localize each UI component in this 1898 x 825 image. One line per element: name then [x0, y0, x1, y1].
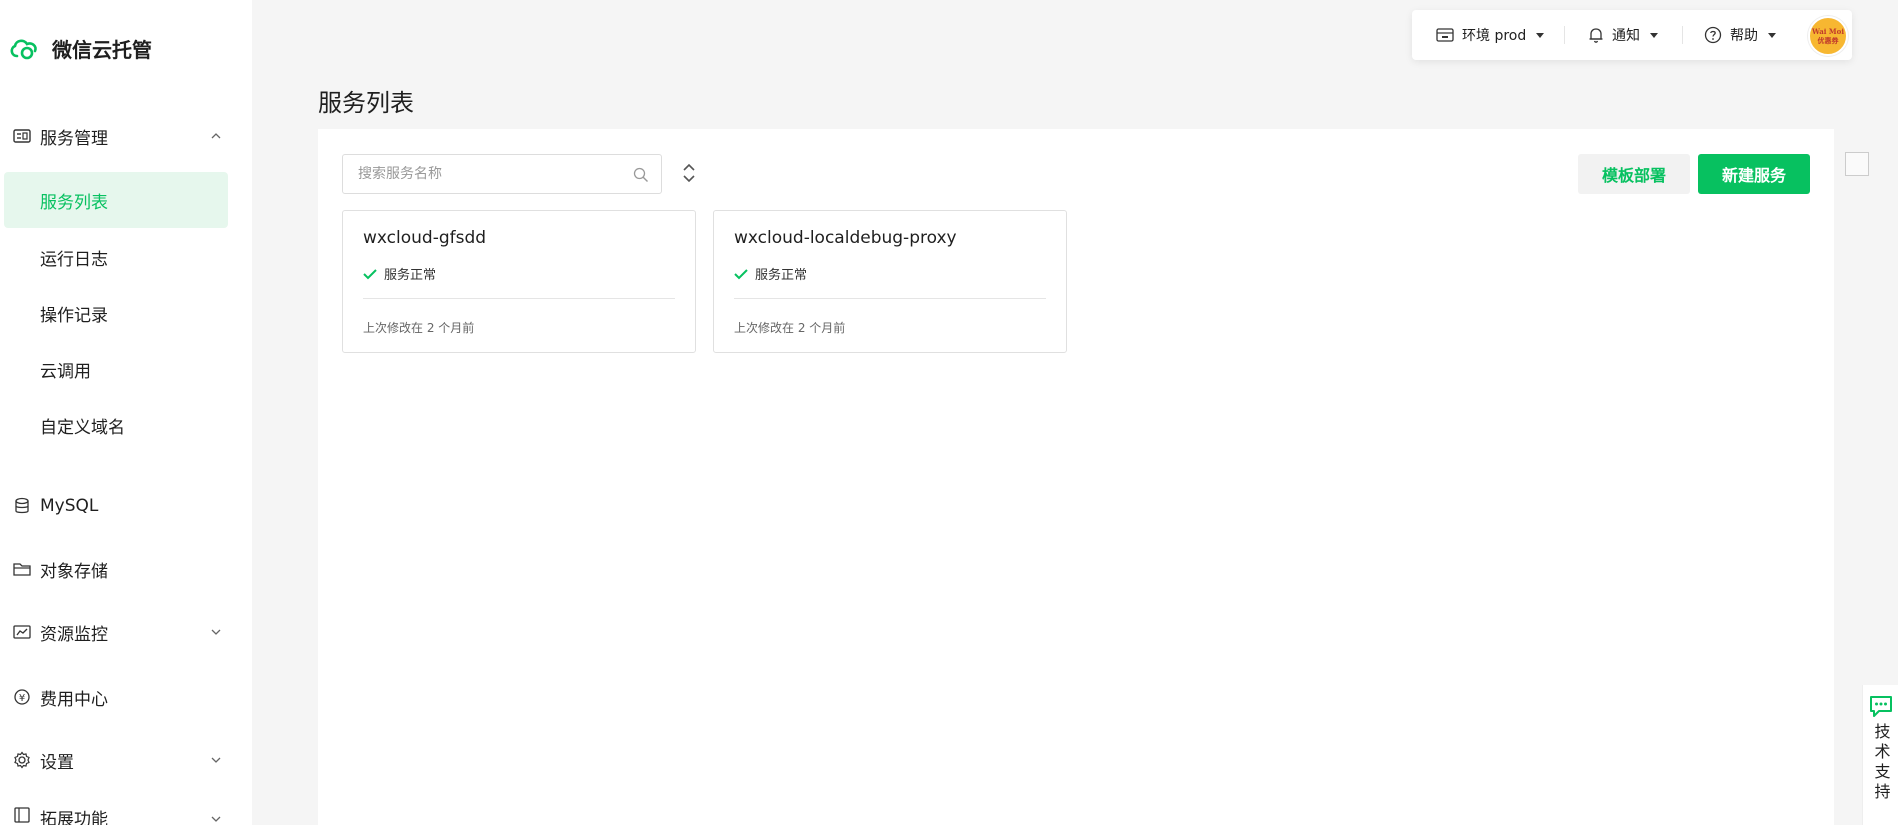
service-card[interactable]: wxcloud-localdebug-proxy 服务正常 上次修改在 2 个月…: [713, 210, 1067, 353]
search-input[interactable]: [358, 166, 628, 182]
help-circle-icon: [1704, 26, 1722, 44]
page-title: 服务列表: [318, 89, 414, 117]
card-divider: [363, 298, 675, 299]
search-icon[interactable]: [633, 167, 649, 183]
folder-icon: [12, 559, 32, 579]
extension-icon: [12, 805, 32, 825]
sidebar-item-operation-records[interactable]: 操作记录: [4, 285, 228, 341]
service-status-text: 服务正常: [384, 268, 437, 283]
new-service-button[interactable]: 新建服务: [1698, 154, 1810, 194]
sidebar-group-label: 资源监控: [40, 624, 108, 645]
gear-icon: [12, 750, 32, 770]
notifications-label: 通知: [1612, 28, 1640, 44]
caret-down-icon: [1768, 32, 1776, 38]
app-logo[interactable]: 微信云托管: [8, 34, 152, 63]
service-status: 服务正常: [734, 264, 807, 283]
svg-text:¥: ¥: [19, 693, 25, 704]
top-header: 环境 prod 通知 帮助 Wai Moi 优惠券: [1412, 10, 1852, 60]
template-deploy-button[interactable]: 模板部署: [1578, 154, 1690, 194]
service-status: 服务正常: [363, 264, 436, 283]
service-modified-time: 上次修改在 2 个月前: [363, 321, 475, 335]
sidebar-group-label: 拓展功能: [40, 810, 108, 825]
sidebar-item-service-list[interactable]: 服务列表: [4, 172, 228, 228]
service-name: wxcloud-gfsdd: [363, 228, 487, 248]
chevron-down-icon: [211, 629, 221, 635]
sidebar-group-resource-monitor[interactable]: 资源监控: [0, 612, 252, 652]
help-menu[interactable]: 帮助: [1704, 25, 1776, 45]
main-panel: 模板部署 新建服务 wxcloud-gfsdd 服务正常 上次修改在 2 个月前…: [318, 129, 1834, 825]
sidebar-group-label: 对象存储: [40, 561, 108, 582]
help-label: 帮助: [1730, 28, 1758, 44]
sort-icon[interactable]: [682, 163, 696, 183]
sidebar-group-mysql[interactable]: MySQL: [0, 486, 252, 526]
service-status-text: 服务正常: [755, 268, 808, 283]
tech-support-label: 技术支持: [1871, 723, 1891, 803]
monitor-chart-icon: [12, 622, 32, 642]
cloud-logo-icon: [10, 39, 37, 59]
header-divider: [1564, 26, 1565, 44]
header-divider: [1682, 26, 1683, 44]
env-label: 环境 prod: [1462, 28, 1527, 44]
broken-image: [1845, 152, 1869, 176]
sidebar-group-settings[interactable]: 设置: [0, 740, 252, 780]
sidebar-group-extensions[interactable]: 拓展功能: [0, 805, 252, 825]
database-icon: [12, 496, 32, 516]
sidebar-group-billing[interactable]: ¥ 费用中心: [0, 677, 252, 717]
app-title: 微信云托管: [52, 38, 152, 62]
service-manage-icon: [12, 126, 32, 146]
sidebar-group-service-manage[interactable]: 服务管理: [0, 116, 252, 156]
sidebar-item-run-logs[interactable]: 运行日志: [4, 229, 228, 285]
yen-icon: ¥: [12, 687, 32, 707]
sidebar-group-label: 服务管理: [40, 128, 108, 149]
avatar-text-2: 优惠券: [1817, 36, 1839, 45]
chat-bubble-icon: [1869, 696, 1892, 717]
tech-support-button[interactable]: 技术支持: [1862, 685, 1898, 825]
env-selector[interactable]: 环境 prod: [1436, 25, 1545, 45]
service-card[interactable]: wxcloud-gfsdd 服务正常 上次修改在 2 个月前: [342, 210, 696, 353]
card-divider: [734, 298, 1046, 299]
caret-down-icon: [1650, 32, 1658, 38]
chevron-down-icon: [211, 757, 221, 763]
environment-icon: [1436, 28, 1454, 42]
avatar[interactable]: Wai Moi 优惠券: [1808, 16, 1848, 56]
notifications-menu[interactable]: 通知: [1588, 25, 1658, 45]
sidebar-group-label: MySQL: [40, 496, 99, 516]
check-icon: [363, 268, 377, 279]
sidebar-group-label: 费用中心: [40, 689, 108, 710]
chevron-down-icon: [211, 816, 221, 822]
service-modified-time: 上次修改在 2 个月前: [734, 321, 846, 335]
sidebar-group-object-storage[interactable]: 对象存储: [0, 549, 252, 589]
sidebar: 微信云托管 服务管理 服务列表 运行日志 操作记录 云调用 自定义域名 MySQ…: [0, 0, 252, 825]
service-name: wxcloud-localdebug-proxy: [734, 228, 957, 248]
bell-icon: [1589, 28, 1603, 43]
search-box: [342, 154, 662, 194]
sidebar-item-custom-domain[interactable]: 自定义域名: [4, 397, 228, 453]
check-icon: [734, 268, 748, 279]
caret-down-icon: [1536, 32, 1545, 38]
avatar-text-1: Wai Moi: [1812, 27, 1844, 36]
sidebar-group-label: 设置: [40, 752, 74, 773]
sidebar-item-cloud-call[interactable]: 云调用: [4, 341, 228, 397]
chevron-up-icon: [211, 133, 221, 139]
